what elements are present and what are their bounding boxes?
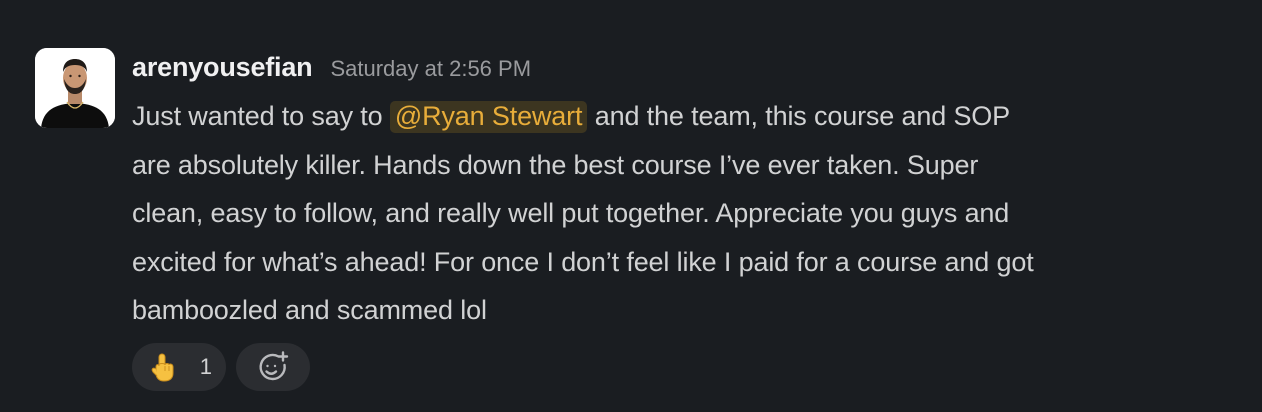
- message-line: Just wanted to say to @Ryan Stewart and …: [132, 92, 1242, 141]
- add-reaction-button[interactable]: [236, 343, 310, 391]
- user-avatar[interactable]: [35, 48, 115, 128]
- reaction-count: 1: [199, 354, 212, 379]
- pointing-up-hand-icon: [150, 352, 178, 382]
- message-line: are absolutely killer. Hands down the be…: [132, 149, 979, 180]
- reactions-bar: 1: [132, 343, 310, 391]
- message-line: excited for what’s ahead! For once I don…: [132, 246, 1034, 277]
- user-mention[interactable]: @Ryan Stewart: [389, 101, 588, 133]
- message-text: and the team, this course and SOP: [587, 101, 1011, 131]
- timestamp[interactable]: Saturday at 2:56 PM: [330, 56, 531, 82]
- username[interactable]: arenyousefian: [132, 52, 313, 83]
- message-line: bamboozled and scammed lol: [132, 295, 487, 325]
- chat-message: arenyousefian Saturday at 2:56 PM Just w…: [0, 0, 1262, 412]
- message-body: Just wanted to say to @Ryan Stewart and …: [132, 92, 1242, 335]
- message-text: Just wanted to say to: [132, 101, 390, 131]
- avatar-portrait: [35, 48, 115, 128]
- message-header: arenyousefian Saturday at 2:56 PM: [132, 52, 531, 88]
- add-emoji-icon: [256, 350, 290, 384]
- message-line: clean, easy to follow, and really well p…: [132, 198, 1010, 228]
- reaction-pill[interactable]: 1: [132, 343, 226, 391]
